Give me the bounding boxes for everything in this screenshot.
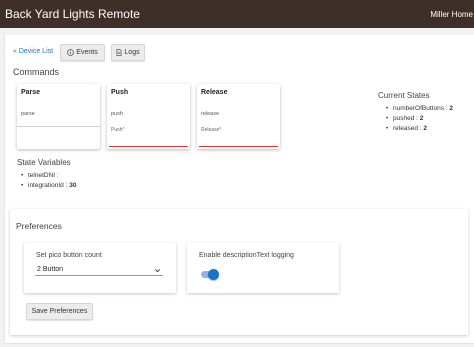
state-item: numberOfButtons : 2 <box>386 104 453 114</box>
logs-button-label: Logs <box>124 49 140 56</box>
state-variable-item: telnetDNI : <box>21 171 76 181</box>
device-card: « Device List Events Logs Commands Parse… <box>4 35 474 344</box>
page-background: « Device List Events Logs Commands Parse… <box>0 28 474 347</box>
logs-button[interactable]: Logs <box>111 44 145 61</box>
toggle-knob <box>208 269 219 280</box>
command-desc: release <box>201 111 220 117</box>
top-app-bar: Back Yard Lights Remote Miller Home <box>0 0 474 28</box>
release-input-label: Release* <box>201 127 222 133</box>
command-name: Release <box>201 89 228 96</box>
push-input[interactable] <box>109 146 188 147</box>
command-name: Parse <box>21 89 41 96</box>
preferences-heading: Preferences <box>16 221 62 231</box>
pico-button-count-select[interactable]: 2 Button <box>35 265 163 276</box>
info-circle-icon <box>67 49 75 56</box>
pico-button-count-label: Set pico button count <box>36 252 102 259</box>
command-card-push[interactable]: Push push Push* <box>107 84 190 149</box>
chevron-down-icon <box>155 269 160 273</box>
current-states-heading: Current States <box>378 91 430 100</box>
current-states-list: numberOfButtons : 2 pushed : 2 released … <box>386 104 453 134</box>
state-variable-item: integrationId : 30 <box>21 181 76 191</box>
command-card-parse[interactable]: Parse parse <box>17 84 100 149</box>
state-item: released : 2 <box>386 124 453 134</box>
device-list-link[interactable]: « Device List <box>13 48 53 55</box>
save-preferences-label: Save Preferences <box>31 308 88 315</box>
document-icon <box>116 49 122 56</box>
pico-button-count-value: 2 Button <box>37 266 64 273</box>
pico-button-count-card: Set pico button count 2 Button <box>24 243 176 293</box>
commands-heading: Commands <box>13 67 60 77</box>
logging-toggle[interactable] <box>201 269 219 280</box>
events-button[interactable]: Events <box>60 44 105 61</box>
push-input-label: Push* <box>111 127 125 133</box>
logging-card: Enable descriptionText logging <box>187 243 339 293</box>
command-card-release[interactable]: Release release Release* <box>197 84 280 149</box>
events-button-label: Events <box>76 49 98 56</box>
command-divider <box>17 126 100 127</box>
hub-name[interactable]: Miller Home <box>430 10 473 19</box>
save-preferences-button[interactable]: Save Preferences <box>26 303 93 320</box>
preferences-panel: Preferences Set pico button count 2 Butt… <box>10 209 468 335</box>
state-variables-list: telnetDNI : integrationId : 30 <box>21 171 76 191</box>
command-name: Push <box>111 89 129 96</box>
state-variables-heading: State Variables <box>17 158 71 167</box>
command-desc: parse <box>21 111 35 117</box>
command-desc: push <box>111 111 123 117</box>
device-title: Back Yard Lights Remote <box>5 7 140 21</box>
state-item: pushed : 2 <box>386 114 453 124</box>
logging-label: Enable descriptionText logging <box>199 252 294 259</box>
release-input[interactable] <box>199 146 278 147</box>
